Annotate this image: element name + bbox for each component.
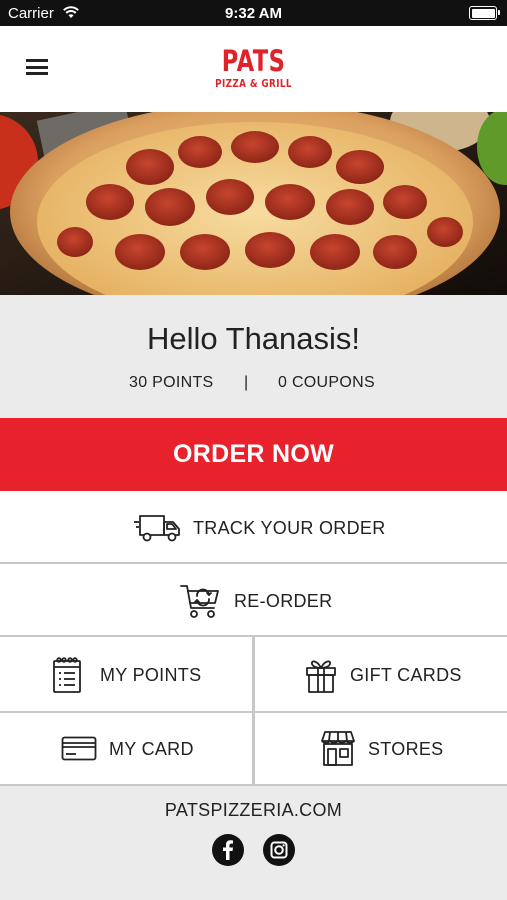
reorder-label: RE-ORDER [234,591,333,611]
greeting-text: Hello Thanasis! [146,321,361,356]
credit-card-icon [61,736,97,761]
status-bar: Carrier 9:32 AM [0,0,507,26]
battery-icon [469,6,500,20]
grid-horizontal-divider [0,711,507,713]
my-points-label: MY POINTS [100,665,202,685]
clock: 9:32 AM [225,5,282,22]
logo-name: PATS [221,44,286,78]
my-points-button[interactable]: MY POINTS [0,637,252,711]
hamburger-menu-icon[interactable] [26,59,48,77]
delivery-truck-icon [134,515,180,542]
order-now-button[interactable]: ORDER NOW [0,418,507,491]
notepad-icon [53,657,81,693]
stores-label: STORES [368,739,444,759]
stores-button[interactable]: STORES [255,713,507,784]
points-count: 30 POINTS [129,374,214,391]
shopping-cart-icon [180,585,219,618]
pats-logo: PATS PIZZA & GRILL [200,46,307,94]
instagram-icon[interactable] [263,834,295,866]
my-card-label: MY CARD [109,739,194,759]
gift-cards-button[interactable]: GIFT CARDS [255,637,507,711]
pizza-hero-image [0,112,507,295]
facebook-icon[interactable] [212,834,244,866]
coupons-count: 0 COUPONS [278,374,375,391]
track-order-button[interactable]: TRACK YOUR ORDER [0,491,507,564]
app-header: PATS PIZZA & GRILL [0,26,507,112]
greeting-panel: Hello Thanasis! 30 POINTS | 0 COUPONS [0,295,507,418]
footer: PATSPIZZERIA.COM [0,786,507,900]
reorder-button[interactable]: RE-ORDER [0,564,507,637]
stats-separator: | [244,374,249,391]
track-order-label: TRACK YOUR ORDER [193,518,386,538]
gift-box-icon [306,660,336,693]
storefront-icon [321,731,355,766]
logo-subtitle: PIZZA & GRILL [215,77,292,90]
gift-cards-label: GIFT CARDS [350,665,462,685]
website-link[interactable]: PATSPIZZERIA.COM [0,800,507,821]
my-card-button[interactable]: MY CARD [0,713,252,784]
